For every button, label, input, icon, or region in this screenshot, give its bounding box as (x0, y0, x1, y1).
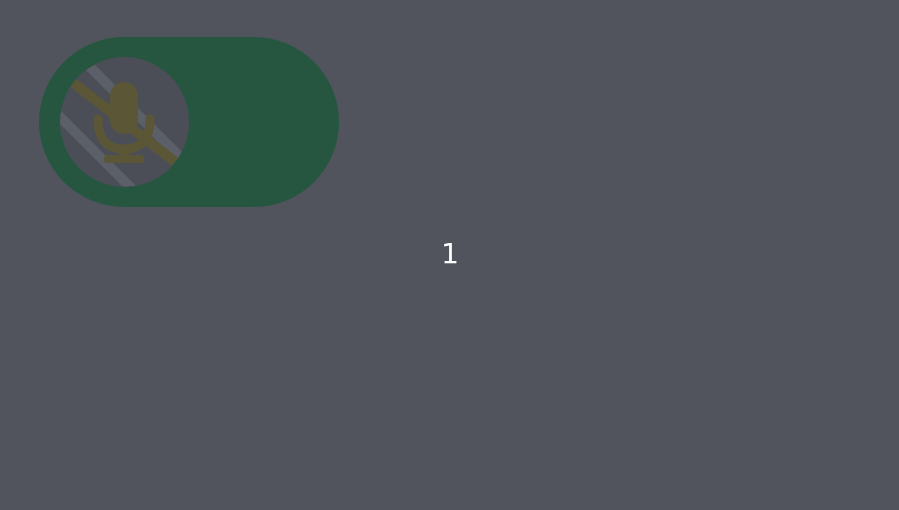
toggle-knob[interactable] (60, 57, 189, 187)
counter-value: 1 (441, 237, 459, 270)
mute-toggle[interactable] (39, 37, 339, 207)
microphone-muted-icon (60, 57, 189, 187)
